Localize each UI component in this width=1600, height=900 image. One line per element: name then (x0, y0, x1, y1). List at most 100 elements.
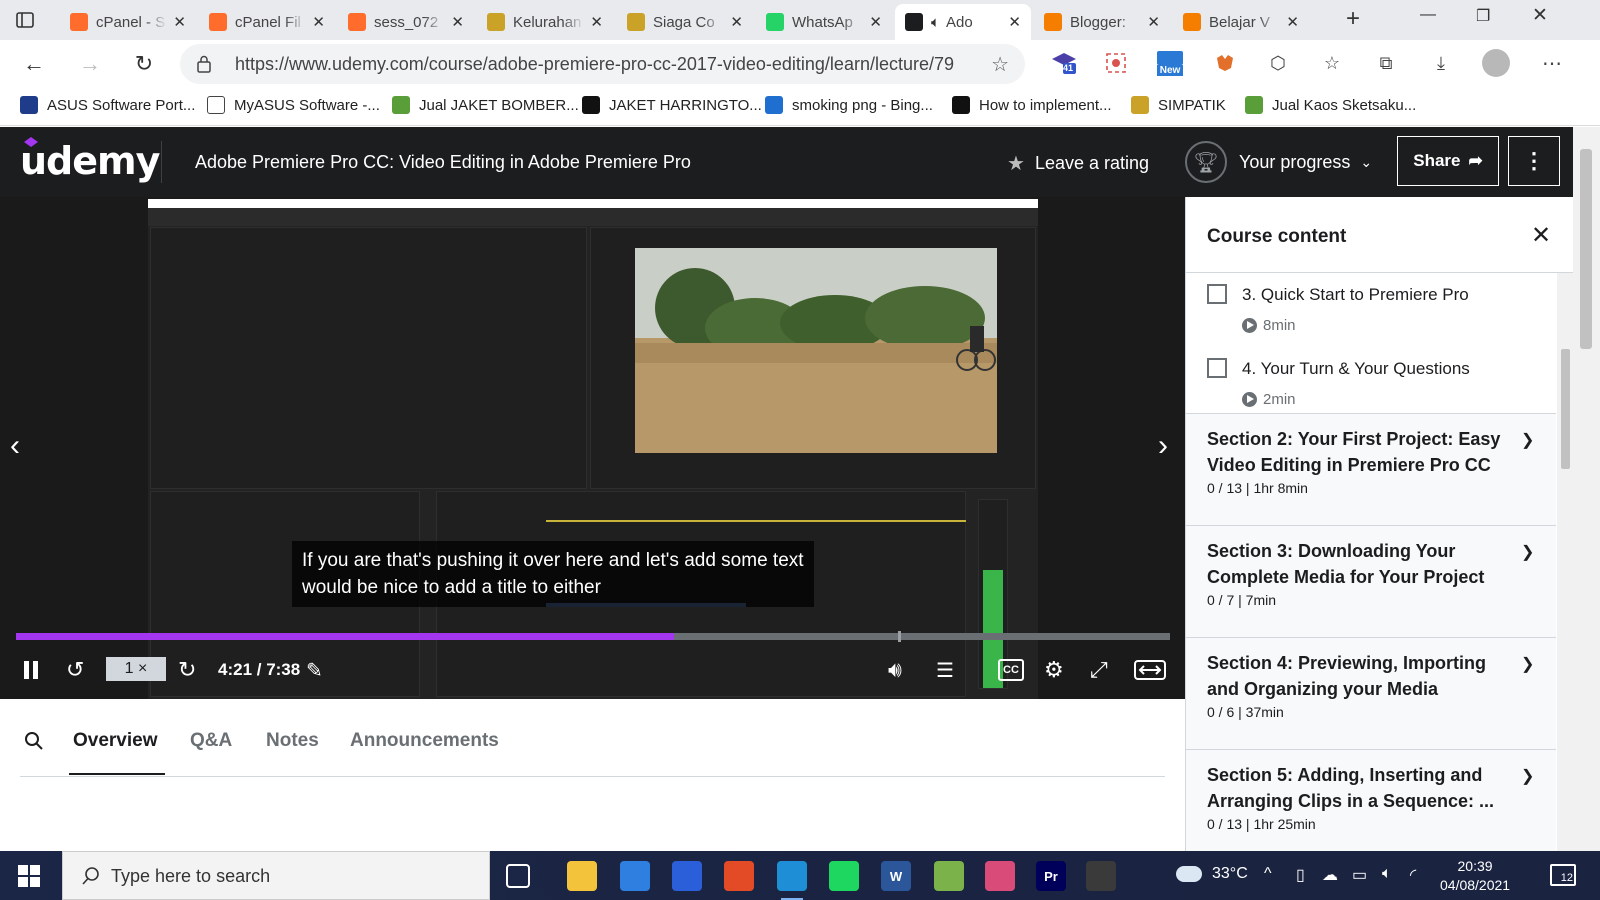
minimize-button[interactable]: — (1420, 6, 1436, 24)
close-tab-icon[interactable]: ✕ (1008, 13, 1021, 31)
close-icon[interactable]: ✕ (1531, 221, 1551, 250)
forward-icon[interactable]: → (76, 50, 104, 78)
tab-actions-icon[interactable] (14, 9, 36, 31)
course-title[interactable]: Adobe Premiere Pro CC: Video Editing in … (195, 152, 691, 173)
close-window-button[interactable]: ✕ (1532, 4, 1548, 27)
browser-tab[interactable]: Belajar V ✕ (1173, 4, 1309, 40)
favorites-icon[interactable]: ☆ (1317, 48, 1347, 78)
bookmark-item[interactable]: SIMPATIK (1131, 96, 1226, 114)
add-note-icon[interactable]: ✎ (306, 655, 323, 685)
transcript-icon[interactable]: ☰ (936, 655, 954, 685)
browser-tab[interactable]: Kelurahan ✕ (477, 4, 613, 40)
close-tab-icon[interactable]: ✕ (590, 13, 603, 31)
chevron-down-icon[interactable]: ❯ (1521, 542, 1534, 562)
battery-icon[interactable]: ▭ (1352, 865, 1367, 885)
browser-tab[interactable]: 🔈︎ Ado ✕ (895, 4, 1031, 40)
graduation-cap-icon[interactable]: 41 (1049, 48, 1079, 78)
video-progress-bar[interactable] (16, 631, 1170, 642)
downloads-icon[interactable]: ⤓ (1426, 48, 1456, 78)
browser-tab[interactable]: sess_072 ✕ (338, 4, 474, 40)
video-player[interactable]: ‹ › If you are that's pushing it over he… (0, 197, 1185, 699)
reload-icon[interactable]: ↻ (130, 50, 158, 78)
bookmark-item[interactable]: Jual JAKET BOMBER... (392, 96, 579, 114)
bookmark-item[interactable]: MyASUS Software -... (207, 96, 380, 114)
close-tab-icon[interactable]: ✕ (312, 13, 325, 31)
more-options-button[interactable]: ⋮ (1508, 136, 1560, 186)
weather-widget[interactable]: 33°C (1176, 865, 1248, 883)
device-icon[interactable]: ▯ (1296, 865, 1305, 885)
close-tab-icon[interactable]: ✕ (1147, 13, 1160, 31)
section-item[interactable]: Section 3: Downloading Your Complete Med… (1186, 525, 1556, 639)
sidebar-scroll-thumb[interactable] (1561, 349, 1570, 469)
windows-start-icon[interactable] (18, 865, 40, 887)
lock-icon[interactable] (196, 55, 212, 73)
back-icon[interactable]: ← (20, 50, 48, 78)
collections-icon[interactable]: ⧉ (1371, 48, 1401, 78)
fullscreen-icon[interactable]: ⤢ (1090, 655, 1108, 685)
profile-avatar-icon[interactable] (1481, 48, 1511, 78)
office-icon[interactable] (724, 861, 754, 891)
bookmark-item[interactable]: JAKET HARRINGTO... (582, 96, 762, 114)
app-icon[interactable] (672, 861, 702, 891)
address-bar[interactable]: https://www.udemy.com/course/adobe-premi… (180, 44, 1025, 84)
fox-extension-icon[interactable] (1210, 48, 1240, 78)
close-tab-icon[interactable]: ✕ (1286, 13, 1299, 31)
favorite-add-icon[interactable]: ☆ (991, 52, 1009, 77)
restore-button[interactable]: ❐ (1476, 6, 1490, 26)
expanded-view-icon[interactable] (1134, 655, 1166, 685)
browser-tab[interactable]: WhatsAp ✕ (756, 4, 892, 40)
lecture-item[interactable]: 3. Quick Start to Premiere Pro 8min (1186, 273, 1556, 347)
new-tab-button[interactable]: + (1346, 7, 1360, 31)
bookmark-item[interactable]: How to implement... (952, 96, 1112, 114)
snip-icon[interactable] (985, 861, 1015, 891)
browser-tab[interactable]: cPanel Fil ✕ (199, 4, 335, 40)
word-icon[interactable]: W (881, 861, 911, 891)
browser-tab[interactable]: cPanel - S ✕ (60, 4, 196, 40)
page-scrollbar[interactable] (1573, 127, 1600, 851)
bookmark-item[interactable]: Jual Kaos Sketsaku... (1245, 96, 1416, 114)
forward-5-icon[interactable]: ↻ (178, 655, 196, 685)
wifi-icon[interactable]: ◜ (1410, 865, 1416, 885)
previous-lecture-icon[interactable]: ‹ (10, 429, 20, 463)
volume-icon[interactable]: 🔈︎ (1382, 865, 1392, 883)
browser-menu-icon[interactable]: ⋯ (1537, 48, 1567, 78)
pause-button[interactable] (22, 655, 40, 685)
chevron-up-icon[interactable]: ^ (1264, 865, 1272, 883)
leave-rating-button[interactable]: ★ Leave a rating (1007, 151, 1149, 176)
captions-button[interactable]: CC (998, 659, 1024, 681)
bookmark-item[interactable]: ASUS Software Port... (20, 96, 195, 114)
extensions-puzzle-icon[interactable]: ⬡ (1263, 48, 1293, 78)
notepad-icon[interactable] (934, 861, 964, 891)
chevron-down-icon[interactable]: ❯ (1521, 654, 1534, 674)
spotify-icon[interactable] (829, 861, 859, 891)
chevron-down-icon[interactable]: ❯ (1521, 766, 1534, 786)
share-button[interactable]: Share ➦ (1397, 136, 1499, 186)
premiere-icon[interactable]: Pr (1036, 861, 1066, 891)
lecture-checkbox[interactable] (1207, 284, 1227, 304)
taskbar-clock[interactable]: 20:39 04/08/2021 (1440, 857, 1510, 895)
bookmark-item[interactable]: smoking png - Bing... (765, 96, 933, 114)
section-item[interactable]: Section 5: Adding, Inserting and Arrangi… (1186, 749, 1556, 851)
image-app-icon[interactable] (1086, 861, 1116, 891)
close-tab-icon[interactable]: ✕ (869, 13, 882, 31)
tab-announcements[interactable]: Announcements (350, 730, 499, 752)
udemy-logo[interactable]: udemy (20, 137, 160, 183)
url-text[interactable]: https://www.udemy.com/course/adobe-premi… (235, 54, 955, 75)
rewind-5-icon[interactable]: ↺ (66, 655, 84, 685)
settings-gear-icon[interactable]: ⚙ (1044, 655, 1064, 685)
close-tab-icon[interactable]: ✕ (173, 13, 186, 31)
new-extension-icon[interactable]: New (1155, 48, 1185, 78)
mail-icon[interactable] (620, 861, 650, 891)
file-explorer-icon[interactable] (567, 861, 597, 891)
next-lecture-icon[interactable]: › (1158, 429, 1168, 463)
playback-speed-button[interactable]: 1 × (106, 657, 166, 681)
your-progress-button[interactable]: 🏆︎ Your progress ⌄ (1185, 141, 1372, 183)
edge-icon[interactable] (777, 861, 807, 900)
browser-tab[interactable]: Siaga Co ✕ (617, 4, 753, 40)
lecture-checkbox[interactable] (1207, 358, 1227, 378)
task-view-icon[interactable] (506, 864, 530, 888)
notification-center-icon[interactable]: 12 (1550, 864, 1576, 886)
volume-icon[interactable]: 🔊︎ (888, 655, 902, 685)
close-tab-icon[interactable]: ✕ (451, 13, 464, 31)
tab-overview[interactable]: Overview (73, 730, 158, 752)
